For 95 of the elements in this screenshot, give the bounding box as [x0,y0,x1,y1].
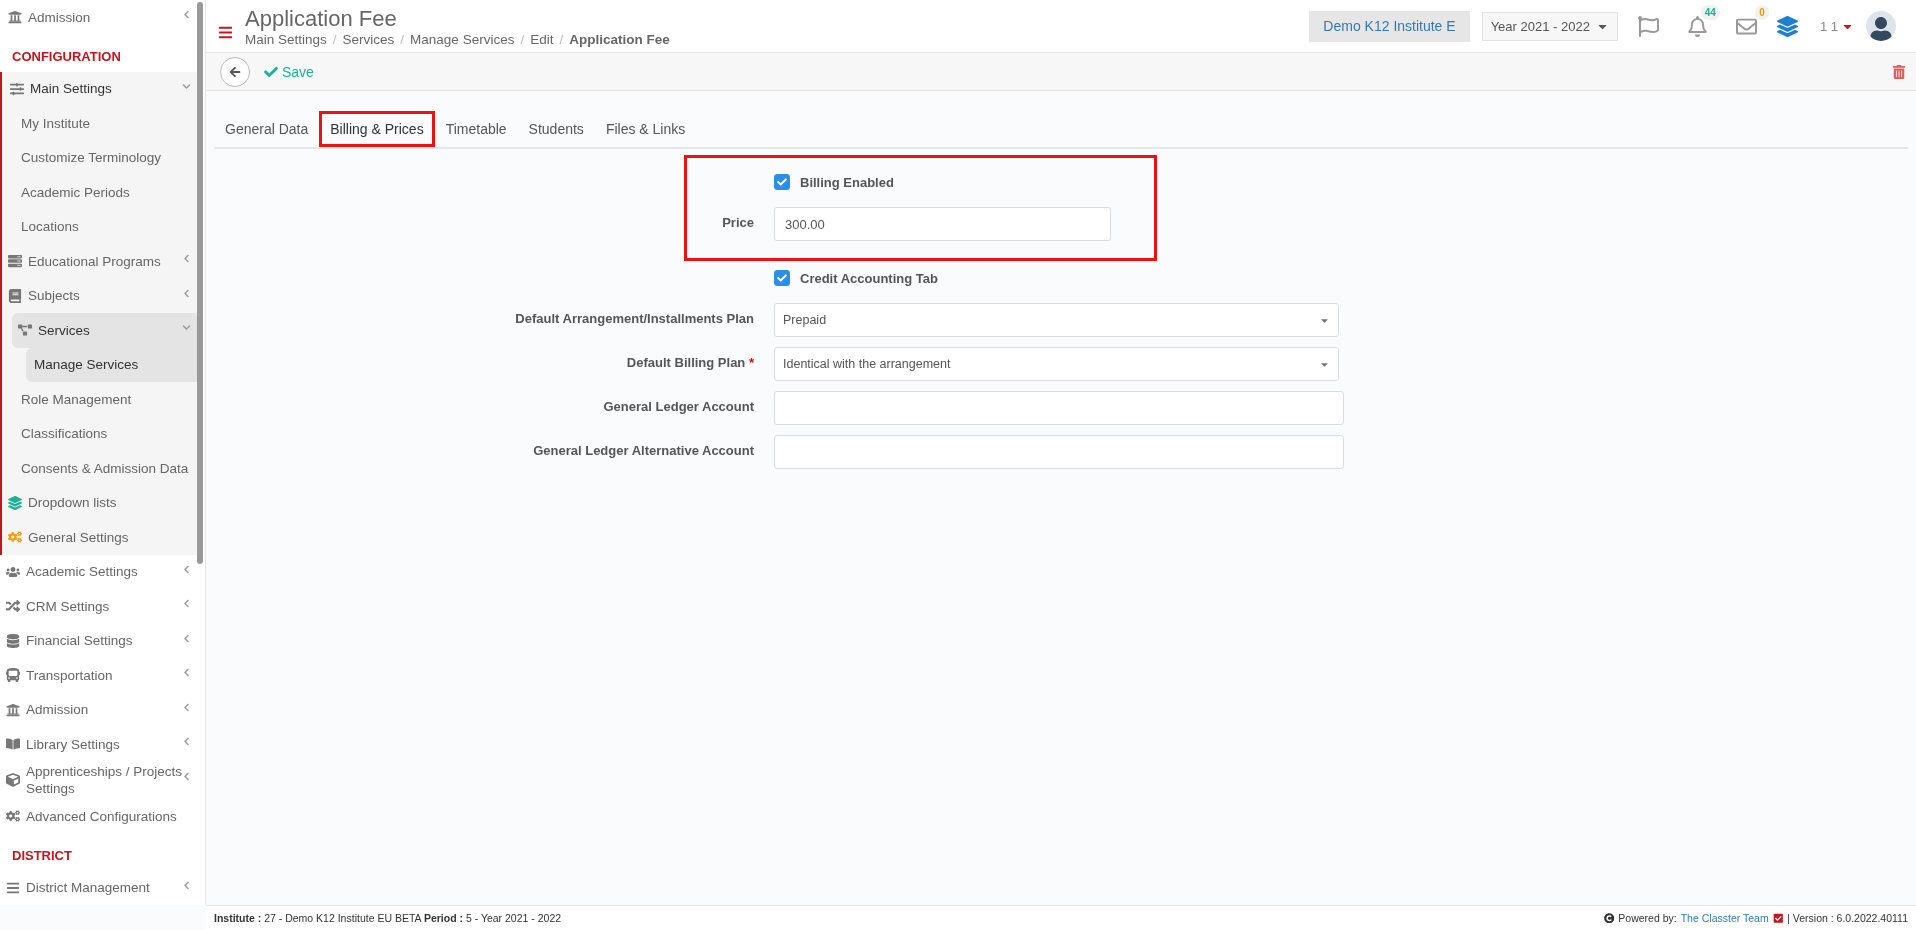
sidebar-item[interactable]: Apprenticeships / Projects Settings [0,761,197,799]
powered-by-text: Powered by: [1618,912,1677,924]
bank-icon [6,702,20,717]
sidebar-item[interactable]: Consents & Admission Data [2,451,197,486]
field-label: Price [721,214,754,230]
book-icon [8,288,22,303]
breadcrumb-separator: / [332,31,337,47]
server-icon [8,254,22,269]
bus-icon [6,668,20,683]
breadcrumb-separator: / [520,31,525,47]
menu-icon[interactable] [218,24,233,40]
bank-icon [8,10,22,25]
coins-icon [6,633,20,648]
avatar[interactable] [1866,11,1896,41]
nodes-icon [18,323,32,338]
sidebar-item[interactable]: Academic Periods [2,175,197,210]
sidebar-item[interactable]: Dropdown lists [2,485,197,520]
layers-icon[interactable] [1776,15,1798,37]
check-icon [777,177,787,187]
sidebar-item[interactable]: CRM Settings [0,589,197,624]
text-field[interactable] [774,391,1344,425]
sidebar-item[interactable]: Subjects [2,278,197,313]
page-title: Application Fee [245,5,398,32]
sidebar-item[interactable]: Customize Terminology [2,140,197,175]
notification-count: 44 [1700,4,1720,20]
year-dropdown[interactable]: Year 2021 - 2022 [1481,11,1618,41]
layers-icon [8,495,22,510]
breadcrumb[interactable]: Edit [530,31,554,47]
sidebar-item[interactable]: District Management [0,870,197,905]
user-menu[interactable]: 1 1 [1819,18,1854,34]
message-count: 0 [1755,4,1769,20]
tab[interactable]: General Data [214,111,320,147]
checkbox-label: Billing Enabled [800,174,894,190]
gears-icon [6,809,20,824]
sidebar-item[interactable]: Manage Services [26,347,197,382]
team-link[interactable]: The Classter Team [1680,912,1769,924]
required-mark: * [748,355,754,370]
menu-icon [6,880,20,895]
gears-icon [8,530,22,545]
sidebar-item[interactable]: Services [12,313,197,348]
checkbox[interactable] [774,174,790,190]
section-heading: DISTRICT [11,846,73,865]
breadcrumb-separator: / [559,31,564,47]
sidebar-item[interactable]: Locations [2,209,197,244]
sidebar-item[interactable]: Role Management [2,382,197,417]
breadcrumb[interactable]: Manage Services [410,31,515,47]
field-label: Default Arrangement/Installments Plan [515,311,754,326]
sidebar-item[interactable]: Financial Settings [0,623,197,658]
dropdown[interactable]: Prepaid [774,303,1339,337]
field-label: Default Billing Plan [626,355,746,370]
sidebar-item[interactable]: Advanced Configurations [0,799,197,834]
scrollbar[interactable] [197,2,203,564]
cube-icon [6,773,20,788]
sidebar-item[interactable]: Admission [0,692,197,727]
people-icon [6,564,20,579]
tab[interactable]: Files & Links [594,111,697,147]
check-icon [777,273,787,283]
field-label: General Ledger Alternative Account [532,442,754,458]
sidebar-item[interactable]: Transportation [0,658,197,693]
tab[interactable]: Timetable [434,111,518,147]
sidebar-item[interactable]: Academic Settings [0,554,197,589]
books-icon [6,737,20,752]
tab[interactable]: Billing & Prices [319,111,435,147]
bell-icon[interactable] [1686,15,1708,37]
sidebar-item[interactable]: General Settings [2,520,197,555]
version-text: | Version : 6.0.2022.40111 [1787,912,1908,924]
sidebar-item[interactable]: Educational Programs [2,244,197,279]
field-label: General Ledger Account [602,398,754,414]
status-text: Institute : 27 - Demo K12 Institute EU BETA Period : 5 - Year 2021 - 2022 [214,912,562,924]
logo-icon [1772,912,1784,924]
breadcrumb-separator: / [400,31,405,47]
back-button[interactable] [220,56,250,87]
arrow-left-icon [229,65,241,78]
checkbox-label: Credit Accounting Tab [800,270,938,286]
sidebar-item[interactable]: Library Settings [0,727,197,762]
sidebar-item[interactable]: Main Settings [2,71,197,106]
sidebar-item[interactable]: Classifications [2,416,197,451]
text-field[interactable] [774,435,1344,469]
trash-icon[interactable] [1892,64,1906,79]
breadcrumb: Application Fee [569,31,670,47]
checkbox[interactable] [774,270,790,286]
breadcrumb[interactable]: Services [342,31,395,47]
institute-button[interactable]: Demo K12 Institute E [1309,10,1470,42]
sidebar-item[interactable]: Admission [0,0,197,35]
shuffle-icon [6,599,20,614]
sliders-icon [10,81,24,96]
tab[interactable]: Students [517,111,595,147]
breadcrumb[interactable]: Main Settings [245,31,327,47]
text-field[interactable]: 300.00 [774,207,1111,241]
sidebar-item[interactable]: My Institute [2,106,197,141]
section-heading: CONFIGURATION [11,47,122,66]
dropdown[interactable]: Identical with the arrangement [774,347,1339,381]
check-icon [264,64,278,79]
flag-icon[interactable] [1637,15,1659,37]
copyright-icon [1603,912,1615,924]
